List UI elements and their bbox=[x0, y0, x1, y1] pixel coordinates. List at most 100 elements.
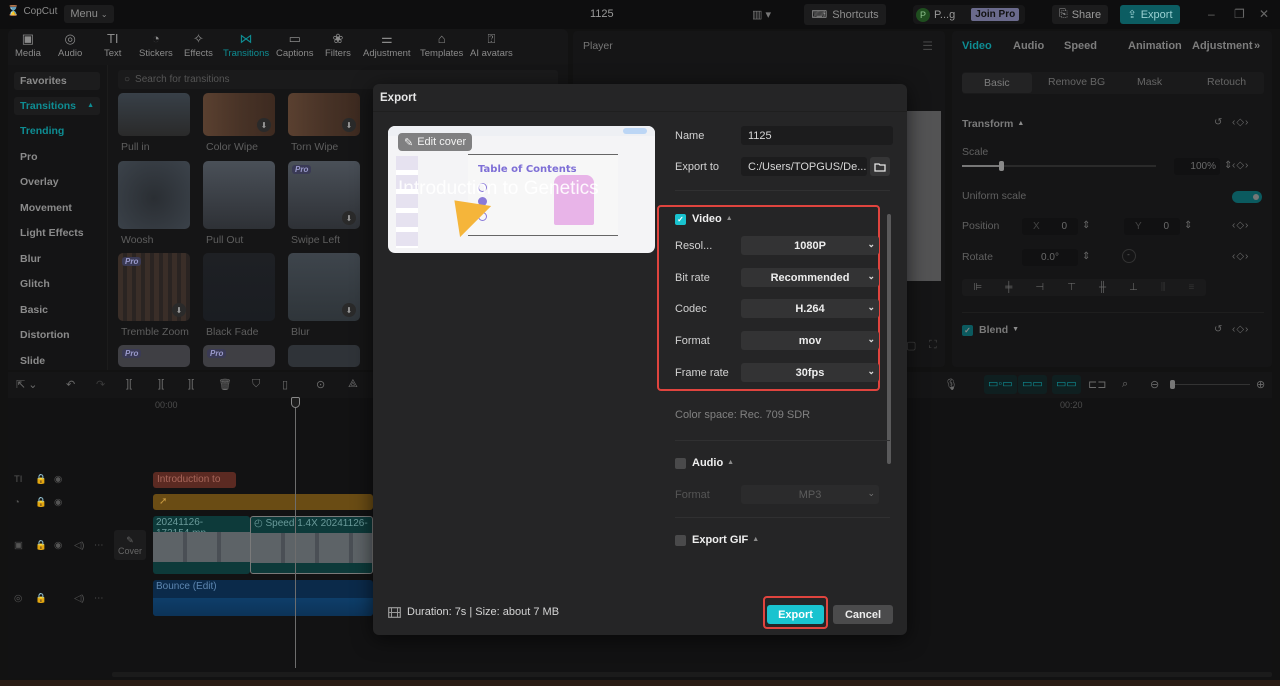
stepper-icon[interactable]: ⇕ bbox=[1082, 251, 1091, 262]
tool-text[interactable]: TI Text bbox=[104, 31, 121, 59]
reset-icon[interactable]: ↺ bbox=[1214, 324, 1223, 335]
download-icon[interactable]: ⬇ bbox=[342, 211, 356, 225]
cover-preview[interactable]: Table of Contents Introduction to Geneti… bbox=[388, 126, 655, 253]
position-x-field[interactable]: X0 bbox=[1022, 218, 1078, 235]
tab-speed[interactable]: Speed bbox=[1064, 40, 1097, 52]
sidebar-item-light-effects[interactable]: Light Effects bbox=[14, 224, 100, 242]
linkage-icon[interactable]: ▭▭ bbox=[1052, 375, 1081, 394]
lock-icon[interactable]: 🔒 bbox=[35, 540, 47, 551]
fullscreen-icon[interactable]: ⛶ bbox=[929, 339, 937, 352]
transition-thumb-swipe-left[interactable]: Pro ⬇ bbox=[288, 161, 360, 229]
cancel-button[interactable]: Cancel bbox=[833, 605, 893, 624]
download-icon[interactable]: ⬇ bbox=[342, 118, 356, 132]
shortcuts-button[interactable]: ⌨ Shortcuts bbox=[804, 4, 886, 25]
join-pro-button[interactable]: Join Pro bbox=[971, 8, 1020, 21]
sidebar-item-glitch[interactable]: Glitch bbox=[14, 275, 100, 293]
more-icon[interactable]: ⋯ bbox=[94, 593, 104, 604]
tool-captions[interactable]: ▭ Captions bbox=[276, 31, 314, 59]
reset-icon[interactable]: ↺ bbox=[1214, 117, 1223, 128]
freeze-icon[interactable]: ▯ bbox=[282, 378, 288, 391]
transition-thumb-woosh[interactable] bbox=[118, 161, 190, 229]
select-tool-icon[interactable]: ⇱ ⌄ bbox=[16, 378, 38, 391]
sidebar-item-transitions[interactable]: Transitions ▲ bbox=[14, 97, 100, 115]
transition-thumb[interactable] bbox=[288, 345, 360, 367]
playhead[interactable] bbox=[295, 398, 296, 668]
video-clip-2[interactable]: ◴ Speed 1.4X 20241126- bbox=[250, 516, 373, 574]
lock-icon[interactable]: 🔒 bbox=[35, 593, 47, 604]
redo-icon[interactable]: ↷ bbox=[96, 378, 105, 391]
timeline-scrollbar[interactable] bbox=[112, 672, 1272, 677]
download-icon[interactable]: ⬇ bbox=[172, 303, 186, 317]
uniform-scale-toggle[interactable] bbox=[1232, 191, 1262, 203]
position-y-field[interactable]: Y0 bbox=[1124, 218, 1180, 235]
playhead-handle[interactable] bbox=[291, 397, 300, 408]
align-center-v-icon[interactable]: ╫ bbox=[1099, 282, 1106, 293]
more-icon[interactable]: ⋯ bbox=[94, 540, 104, 551]
blend-section-header[interactable]: Blend ▼ bbox=[979, 324, 1019, 336]
audio-format-select[interactable]: MP3 ⌄ bbox=[741, 485, 879, 504]
video-clip-1[interactable]: 20241126-173154.mp bbox=[153, 516, 250, 574]
tab-audio[interactable]: Audio bbox=[1013, 40, 1044, 52]
transition-thumb-pull-out[interactable] bbox=[203, 161, 275, 229]
blend-checkbox[interactable]: ✓ bbox=[962, 325, 973, 336]
export-gif-section-header[interactable]: Export GIF ▲ bbox=[692, 534, 759, 546]
subtab-retouch[interactable]: Retouch bbox=[1207, 76, 1246, 88]
sidebar-item-basic[interactable]: Basic bbox=[14, 301, 100, 319]
transition-thumb-pull-in[interactable] bbox=[118, 93, 190, 136]
align-top-icon[interactable]: ⊤ bbox=[1067, 282, 1076, 293]
tool-transitions[interactable]: ⋈ Transitions bbox=[223, 31, 269, 59]
resolution-select[interactable]: 1080P ⌄ bbox=[741, 236, 879, 255]
tab-adjustment[interactable]: Adjustment bbox=[1192, 40, 1253, 52]
transition-thumb-torn-wipe[interactable]: ⬇ bbox=[288, 93, 360, 136]
lock-icon[interactable]: 🔒 bbox=[35, 474, 47, 485]
transition-thumb[interactable]: Pro bbox=[118, 345, 190, 367]
transition-thumb-blur[interactable]: ⬇ bbox=[288, 253, 360, 321]
shield-icon[interactable]: ⛉ bbox=[252, 378, 260, 391]
volume-icon[interactable]: ◁) bbox=[74, 540, 84, 551]
video-checkbox[interactable]: ✓ bbox=[675, 214, 686, 225]
sticker-clip[interactable]: ➚ bbox=[153, 494, 373, 510]
tool-adjustment[interactable]: ⚌ Adjustment bbox=[363, 31, 411, 59]
distribute-v-icon[interactable]: ≡ bbox=[1189, 282, 1195, 293]
codec-select[interactable]: H.264 ⌄ bbox=[741, 299, 879, 318]
align-center-h-icon[interactable]: ╪ bbox=[1005, 282, 1012, 293]
align-left-icon[interactable]: ⊫ bbox=[974, 282, 983, 293]
minimize-icon[interactable]: – bbox=[1208, 7, 1215, 21]
menu-button[interactable]: Menu ⌄ bbox=[64, 5, 114, 23]
tool-effects[interactable]: ✧ Effects bbox=[184, 31, 213, 59]
auto-snapping-icon[interactable]: ▭▭ bbox=[1018, 375, 1047, 394]
close-icon[interactable]: ✕ bbox=[1259, 7, 1269, 21]
export-gif-checkbox[interactable] bbox=[675, 535, 686, 546]
audio-section-header[interactable]: Audio ▲ bbox=[692, 457, 734, 469]
preview-zoom-icon[interactable]: ⌕ bbox=[1122, 378, 1128, 391]
export-path-input[interactable]: C:/Users/TOPGUS/De... bbox=[741, 157, 867, 176]
export-top-button[interactable]: ⇪ Export bbox=[1120, 5, 1180, 24]
eye-icon[interactable]: ◉ bbox=[54, 497, 62, 508]
keyframe-icon[interactable]: ‹◇› bbox=[1232, 324, 1249, 335]
stepper-icon[interactable]: ⇕ bbox=[1082, 220, 1091, 231]
scale-value[interactable]: 100% bbox=[1174, 158, 1220, 175]
transition-thumb-black-fade[interactable] bbox=[203, 253, 275, 321]
sidebar-item-movement[interactable]: Movement bbox=[14, 199, 100, 217]
delete-icon[interactable]: 🗑 bbox=[218, 378, 232, 391]
main-track-magnet-icon[interactable]: ▭◦▭ bbox=[984, 375, 1017, 394]
restore-icon[interactable]: ❐ bbox=[1234, 7, 1245, 21]
split-left-icon[interactable]: ][ bbox=[158, 378, 164, 390]
sidebar-item-trending[interactable]: Trending bbox=[14, 122, 100, 140]
tool-audio[interactable]: ◎ Audio bbox=[58, 31, 82, 59]
transition-thumb-color-wipe[interactable]: ⬇ bbox=[203, 93, 275, 136]
tab-animation[interactable]: Animation bbox=[1128, 40, 1182, 52]
rotate-dial[interactable]: - bbox=[1122, 249, 1136, 263]
sidebar-item-distortion[interactable]: Distortion bbox=[14, 326, 100, 344]
scale-slider-handle[interactable] bbox=[998, 161, 1004, 171]
split-right-icon[interactable]: ][ bbox=[188, 378, 194, 390]
framerate-select[interactable]: 30fps ⌄ bbox=[741, 363, 879, 382]
transition-thumb-tremble-zoom[interactable]: Pro ⬇ bbox=[118, 253, 190, 321]
volume-icon[interactable]: ◁) bbox=[74, 593, 84, 604]
subtab-basic[interactable]: Basic bbox=[962, 73, 1032, 93]
menu-icon[interactable]: ☰ bbox=[922, 39, 933, 53]
user-account[interactable]: P P...g Join Pro bbox=[913, 5, 1025, 24]
rotate-field[interactable]: 0.0° bbox=[1022, 249, 1078, 266]
sidebar-item-pro[interactable]: Pro bbox=[14, 148, 100, 166]
tool-templates[interactable]: ⌂ Templates bbox=[420, 31, 463, 59]
